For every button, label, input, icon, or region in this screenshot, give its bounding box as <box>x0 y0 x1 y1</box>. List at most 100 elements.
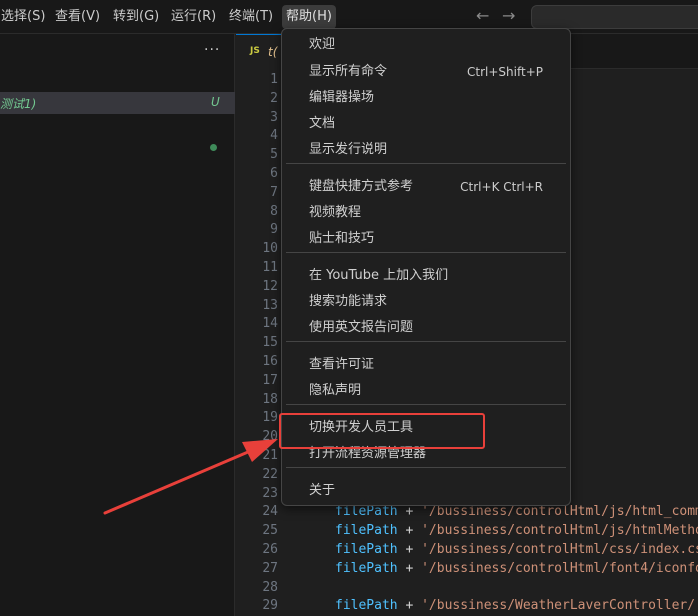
line-number: 5 <box>270 147 278 163</box>
line-number: 7 <box>270 184 278 200</box>
code-token: '/bussiness/controlHtml/font4/iconfo <box>421 560 698 576</box>
menu-item-label: 搜索功能请求 <box>309 294 388 309</box>
line-number: 20 <box>262 429 278 445</box>
help-menu-item[interactable]: 关于 <box>286 478 566 504</box>
menu-item-label: 查看许可证 <box>309 357 375 372</box>
line-number: 24 <box>262 504 278 520</box>
menu-item-label: 使用英文报告问题 <box>309 320 414 335</box>
code-text: filePath + '/bussiness/WeatherLaverContr… <box>335 596 695 615</box>
code-token: + <box>397 598 422 614</box>
line-number: 19 <box>262 410 278 426</box>
menu-go[interactable]: 转到(G) <box>109 5 163 29</box>
line-number: 11 <box>262 260 278 275</box>
code-line: 27 filePath + '/bussiness/controlHtml/fon… <box>236 559 698 578</box>
code-token: filePath <box>335 504 398 520</box>
menu-separator <box>286 341 566 342</box>
line-number: 12 <box>262 278 278 294</box>
line-number: 22 <box>262 466 278 482</box>
menu-terminal[interactable]: 终端(T) <box>225 5 277 29</box>
line-number: 28 <box>262 579 278 595</box>
menu-item-label: 视频教程 <box>309 205 362 220</box>
menu-separator <box>286 404 566 405</box>
code-text: filePath + '/bussiness/controlHtml/font4… <box>335 559 698 578</box>
help-menu-item[interactable]: 显示发行说明 <box>286 137 566 163</box>
line-number: 21 <box>262 448 278 463</box>
line-number: 15 <box>262 335 278 351</box>
menu-item-label: 编辑器操场 <box>309 90 375 105</box>
line-number: 4 <box>270 128 278 144</box>
code-token: '/bussiness/controlHtml/js/html_comme <box>421 504 698 520</box>
command-center-search[interactable] <box>531 5 698 29</box>
menu-item-shortcut: Ctrl+K Ctrl+R <box>460 180 543 194</box>
code-line: 28 <box>236 578 698 597</box>
menu-separator <box>286 252 566 253</box>
arrow-left-icon[interactable]: ← <box>476 6 489 25</box>
code-token: filePath <box>335 542 398 557</box>
javascript-file-icon: JS <box>250 46 260 56</box>
line-number: 6 <box>270 166 278 181</box>
code-line: 26 filePath + '/bussiness/controlHtml/css… <box>236 540 698 559</box>
code-token: filePath <box>335 523 398 539</box>
menu-view[interactable]: 查看(V) <box>51 5 104 29</box>
help-menu-item[interactable]: 编辑器操场 <box>286 85 566 111</box>
menu-separator <box>286 163 566 164</box>
menu-item-label: 欢迎 <box>309 37 336 52</box>
line-number: 3 <box>270 109 278 125</box>
more-actions-icon[interactable]: ··· <box>204 42 220 58</box>
menu-item-label: 键盘快捷方式参考 <box>309 179 414 194</box>
menu-item-label: 在 YouTube 上加入我们 <box>309 268 449 283</box>
line-number: 17 <box>262 372 278 388</box>
help-menu-item[interactable]: 隐私声明 <box>286 378 566 404</box>
arrow-right-icon[interactable]: → <box>502 6 515 25</box>
menu-item-label: 关于 <box>309 483 336 498</box>
menu-item-label: 显示所有命令 <box>309 64 388 79</box>
line-number: 26 <box>262 542 278 557</box>
help-menu-item[interactable]: 键盘快捷方式参考 Ctrl+K Ctrl+R <box>286 174 566 200</box>
code-token: + <box>397 542 422 557</box>
line-number: 18 <box>262 391 278 407</box>
code-token: filePath <box>335 598 398 614</box>
line-number: 23 <box>262 485 278 501</box>
help-menu-item[interactable]: 查看许可证 <box>286 352 566 378</box>
menu-help[interactable]: 帮助(H) <box>282 5 336 29</box>
menu-run[interactable]: 运行(R) <box>167 5 220 29</box>
menu-item-label: 显示发行说明 <box>309 142 388 157</box>
line-number: 1 <box>270 72 278 87</box>
line-number: 14 <box>262 316 278 332</box>
line-number: 9 <box>270 222 278 238</box>
help-menu-item[interactable]: 显示所有命令 Ctrl+Shift+P <box>286 59 566 85</box>
code-token: + <box>397 504 422 520</box>
help-menu-item[interactable]: 使用英文报告问题 <box>286 315 566 341</box>
menu-item-label: 文档 <box>309 116 336 131</box>
code-line: 29 filePath + '/bussiness/WeatherLaverCon… <box>236 596 698 615</box>
explorer-sidebar: ··· 测试1) U <box>0 34 235 616</box>
file-name: 测试1) <box>0 97 37 111</box>
help-menu-item[interactable]: 文档 <box>286 111 566 137</box>
tab-label: t( <box>268 45 278 59</box>
line-number: 27 <box>262 560 278 576</box>
code-token: filePath <box>335 560 398 576</box>
help-menu-item[interactable]: 视频教程 <box>286 200 566 226</box>
help-menu-item[interactable]: 贴士和技巧 <box>286 226 566 252</box>
code-line: 25 filePath + '/bussiness/controlHtml/js/… <box>236 521 698 540</box>
help-menu-item[interactable]: 在 YouTube 上加入我们 <box>286 263 566 289</box>
menu-item-shortcut: Ctrl+Shift+P <box>467 65 543 79</box>
explorer-file-row[interactable]: 测试1) U <box>0 92 235 114</box>
modified-dot-icon <box>210 144 217 151</box>
line-number: 10 <box>262 241 278 257</box>
help-menu-item[interactable]: 搜索功能请求 <box>286 289 566 315</box>
menu-separator <box>286 467 566 468</box>
code-text: filePath + '/bussiness/controlHtml/js/ht… <box>335 521 698 540</box>
code-text: filePath + '/bussiness/controlHtml/css/i… <box>335 540 698 559</box>
menu-selection[interactable]: 选择(S) <box>0 5 49 29</box>
line-number: 8 <box>270 203 278 219</box>
help-menu-item[interactable]: 欢迎 <box>286 32 566 58</box>
code-token: '/bussiness/controlHtml/css/index.cs <box>421 542 698 557</box>
code-token: '/bussiness/WeatherLaverController/ <box>421 598 696 614</box>
menu-item-label: 隐私声明 <box>309 383 362 398</box>
menu-item-label: 贴士和技巧 <box>309 231 375 246</box>
line-number: 13 <box>262 297 278 313</box>
git-status-badge: U <box>211 95 220 109</box>
line-number: 25 <box>262 523 278 539</box>
code-token: + <box>397 560 422 576</box>
